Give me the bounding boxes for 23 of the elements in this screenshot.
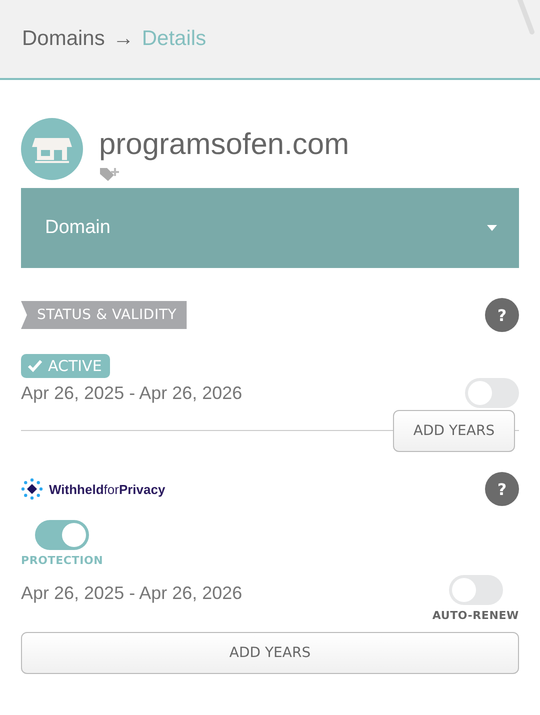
- breadcrumb-current: Details: [142, 27, 206, 51]
- store-icon: [21, 118, 83, 180]
- auto-renew-label: AUTO-RENEW: [432, 609, 519, 622]
- privacy-logo-icon: [21, 478, 43, 500]
- add-years-button[interactable]: ADD YEARS: [21, 632, 519, 674]
- toggle-switch[interactable]: [465, 378, 519, 408]
- caret-icon: [487, 225, 497, 231]
- validity-dates: Apr 26, 2025 - Apr 26, 2026: [21, 583, 242, 604]
- validity-dates: Apr 26, 2025 - Apr 26, 2026: [21, 382, 242, 404]
- help-button[interactable]: ?: [485, 298, 519, 332]
- section-heading: STATUS & VALIDITY: [21, 301, 187, 329]
- help-button[interactable]: ?: [485, 472, 519, 506]
- status-text: ACTIVE: [48, 357, 102, 375]
- domain-name: programsofen.com: [99, 128, 350, 162]
- tag-add-icon[interactable]: [99, 166, 121, 182]
- brand-name: WithheldforPrivacy: [49, 482, 166, 496]
- protection-label: PROTECTION: [21, 554, 104, 567]
- check-icon: [27, 359, 43, 373]
- breadcrumb-link[interactable]: Domains: [22, 27, 105, 51]
- breadcrumb-separator: →: [112, 27, 134, 51]
- toggle-switch[interactable]: [448, 575, 503, 605]
- add-years-button[interactable]: ADD YEARS: [393, 410, 515, 452]
- toggle-switch[interactable]: [35, 520, 90, 550]
